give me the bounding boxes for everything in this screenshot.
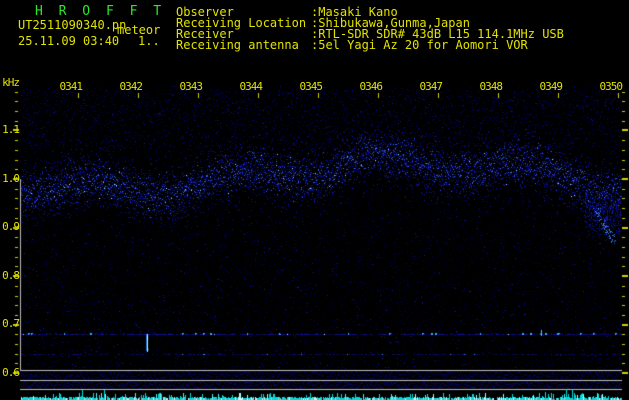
filename-text: UT2511090340.pn — [18, 19, 126, 31]
datetime-text: 25.11.09 03:40 — [18, 35, 119, 47]
time-tick-label-0346: 0346 — [352, 81, 382, 92]
time-tick-label-0341: 0341 — [52, 81, 82, 92]
time-tick-label-0344: 0344 — [232, 81, 262, 92]
app-title: H R O F F T — [35, 6, 165, 18]
time-tick-label-0347: 0347 — [412, 81, 442, 92]
freq-axis-unit: kHz — [0, 77, 19, 88]
freq-tick-label-0.7: 0.7 — [0, 318, 19, 329]
freq-tick-label-1.1: 1.1 — [0, 124, 19, 135]
freq-tick-label-1.0: 1.0 — [0, 173, 19, 184]
time-tick-label-0349: 0349 — [532, 81, 562, 92]
field-label-receiving-antenna: Receiving antenna — [176, 39, 299, 51]
echo-counter: 1.. — [138, 35, 160, 47]
freq-tick-label-0.9: 0.9 — [0, 221, 19, 232]
time-tick-label-0345: 0345 — [292, 81, 322, 92]
freq-tick-label-0.6: 0.6 — [0, 367, 19, 378]
time-tick-label-0350: 0350 — [592, 81, 622, 92]
freq-tick-label-0.8: 0.8 — [0, 270, 19, 281]
hrofft-window: H R O F F T UT2511090340.pn meteor 25.11… — [0, 0, 629, 400]
spectrogram-canvas — [0, 0, 629, 400]
time-tick-label-0348: 0348 — [472, 81, 502, 92]
field-value-receiving-antenna: :5el Yagi Az 20 for Aomori VOR — [311, 39, 528, 51]
time-tick-label-0342: 0342 — [112, 81, 142, 92]
time-tick-label-0343: 0343 — [172, 81, 202, 92]
